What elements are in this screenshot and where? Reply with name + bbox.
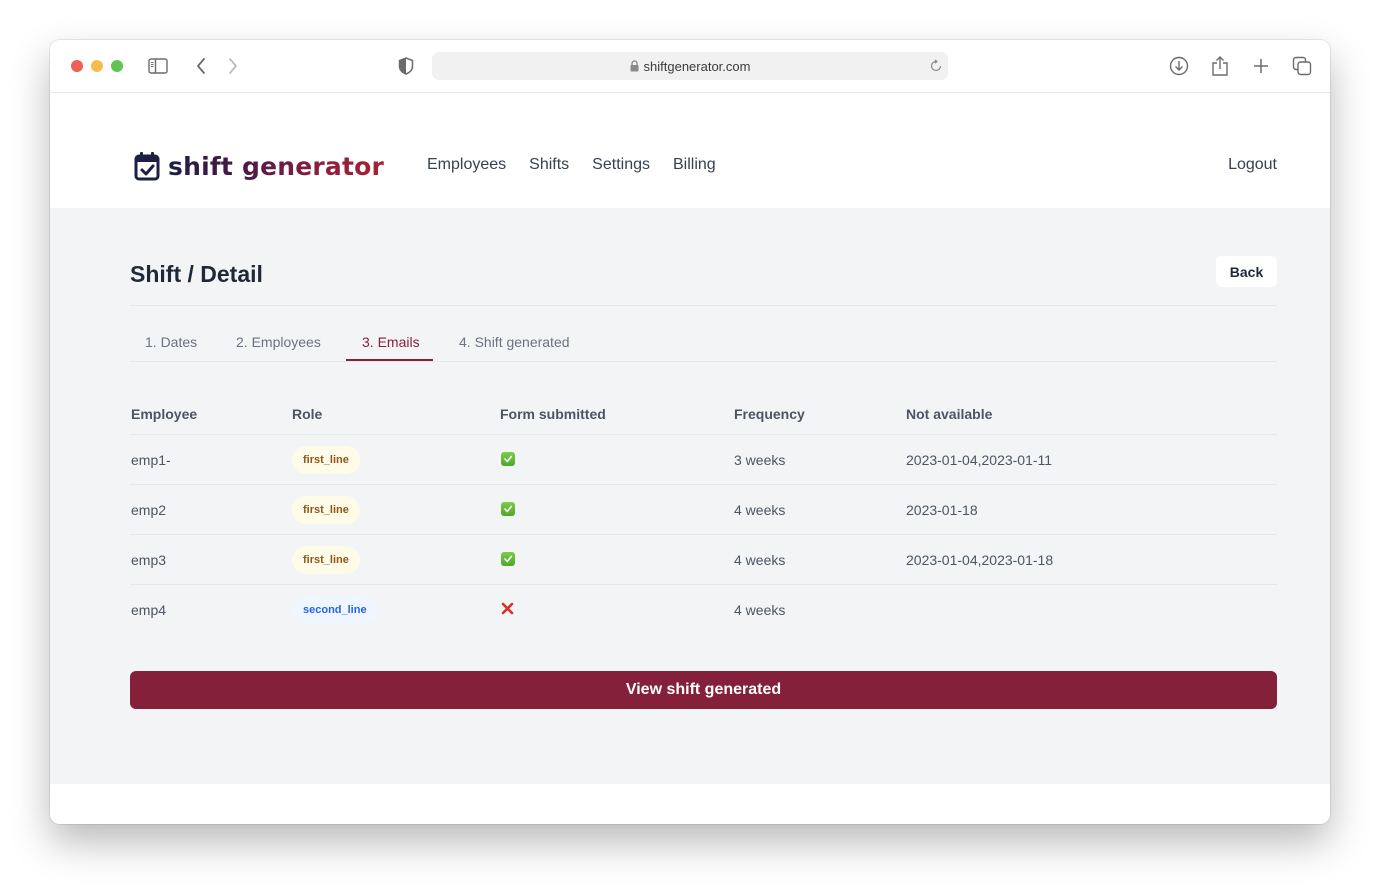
role-badge: second_line	[292, 596, 378, 624]
check-icon	[500, 451, 515, 466]
page-footer	[50, 784, 1330, 824]
not-available-dates: 2023-01-04,2023-01-11	[906, 452, 1053, 468]
tab-employees[interactable]: 2. Employees	[236, 334, 321, 350]
tab-emails[interactable]: 3. Emails	[362, 334, 420, 350]
nav-employees[interactable]: Employees	[427, 156, 506, 174]
cross-icon	[500, 601, 515, 616]
nav-shifts[interactable]: Shifts	[529, 156, 569, 174]
logo-text: shift generator	[168, 151, 385, 181]
divider	[130, 305, 1277, 306]
table-row: emp3 first_line 4 weeks 2023-01-04,2023-…	[130, 535, 1277, 585]
employees-email-table: Employee Role Form submitted Frequency N…	[130, 402, 1277, 635]
address-bar[interactable]: shiftgenerator.com	[432, 52, 948, 80]
step-tabs: 1. Dates 2. Employees 3. Emails 4. Shift…	[130, 326, 1277, 362]
frequency: 3 weeks	[734, 452, 786, 468]
role-badge: first_line	[292, 446, 360, 474]
logout-link[interactable]: Logout	[1228, 156, 1277, 174]
nav-settings[interactable]: Settings	[592, 156, 650, 174]
maximize-window-button[interactable]	[111, 60, 123, 72]
table-row: emp2 first_line 4 weeks 2023-01-18	[130, 485, 1277, 535]
table-row: emp1- first_line 3 weeks 2023-01-04,2023…	[130, 435, 1277, 485]
main-content: Shift / Detail Back 1. Dates 2. Employee…	[50, 208, 1330, 784]
column-header-not-available: Not available	[906, 406, 993, 422]
lock-icon	[630, 60, 639, 72]
browser-toolbar: shiftgenerator.com	[50, 40, 1330, 93]
sidebar-icon[interactable]	[148, 57, 168, 74]
main-nav: Employees Shifts Settings Billing	[427, 156, 739, 174]
frequency: 4 weeks	[734, 502, 786, 518]
share-icon[interactable]	[1209, 54, 1231, 78]
not-available-dates: 2023-01-18	[906, 502, 978, 518]
close-window-button[interactable]	[71, 60, 83, 72]
tabs-icon[interactable]	[1291, 55, 1313, 77]
page-title: Shift / Detail	[130, 261, 263, 287]
employee-name: emp2	[131, 502, 167, 518]
column-header-form-submitted: Form submitted	[500, 406, 606, 422]
not-available-dates: 2023-01-04,2023-01-18	[906, 552, 1054, 568]
plus-icon[interactable]	[1250, 55, 1272, 77]
role-badge: first_line	[292, 496, 360, 524]
minimize-window-button[interactable]	[91, 60, 103, 72]
column-header-role: Role	[292, 406, 323, 422]
url-text: shiftgenerator.com	[643, 58, 751, 74]
role-badge: first_line	[292, 546, 360, 574]
logo[interactable]: shift generator	[134, 151, 384, 181]
check-icon	[500, 551, 515, 566]
calendar-check-icon	[134, 151, 160, 181]
employee-name: emp4	[131, 602, 167, 618]
column-header-employee: Employee	[131, 406, 198, 422]
shield-icon[interactable]	[397, 55, 415, 77]
chevron-right-icon[interactable]	[223, 55, 243, 77]
frequency: 4 weeks	[734, 602, 786, 618]
table-row: emp4 second_line 4 weeks	[130, 585, 1277, 635]
back-button[interactable]: Back	[1216, 256, 1277, 287]
employee-name: emp3	[131, 552, 167, 568]
chevron-left-icon[interactable]	[191, 55, 211, 77]
tab-dates[interactable]: 1. Dates	[145, 334, 197, 350]
active-tab-indicator	[346, 359, 433, 361]
browser-window: shiftgenerator.com shift generator Emplo…	[50, 40, 1330, 824]
tab-shift-generated[interactable]: 4. Shift generated	[459, 334, 570, 350]
check-icon	[500, 501, 515, 516]
view-shift-generated-button[interactable]: View shift generated	[130, 671, 1277, 709]
nav-billing[interactable]: Billing	[673, 156, 716, 174]
frequency: 4 weeks	[734, 552, 786, 568]
employee-name: emp1-	[131, 452, 171, 468]
reload-icon[interactable]	[927, 57, 945, 75]
site-header: shift generator Employees Shifts Setting…	[50, 93, 1330, 208]
table-header: Employee Role Form submitted Frequency N…	[130, 402, 1277, 435]
download-icon[interactable]	[1168, 55, 1190, 77]
column-header-frequency: Frequency	[734, 406, 805, 422]
